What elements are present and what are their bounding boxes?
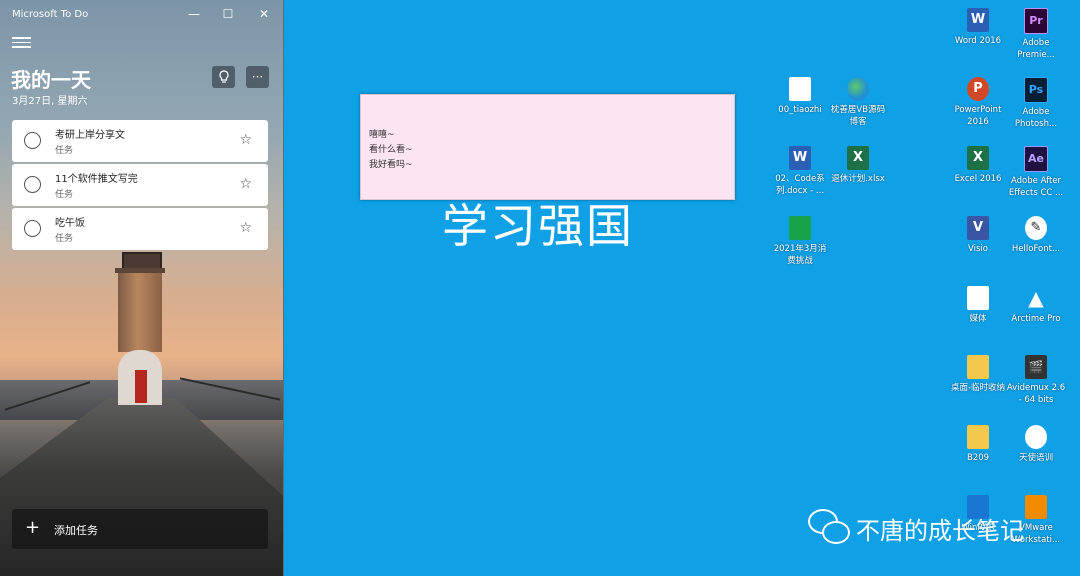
plus-icon: +	[25, 517, 41, 538]
desktop-icon-label: Excel 2016	[954, 174, 1002, 184]
document-icon	[967, 286, 989, 310]
excel-icon: X	[967, 146, 989, 170]
desktop-icon-label: 枕善居VB源码博客	[830, 105, 886, 127]
word-icon: W	[967, 8, 989, 32]
task-item[interactable]: 11个软件推文写完 任务 ☆	[12, 164, 268, 206]
folder-icon	[967, 355, 989, 379]
hamburger-menu-icon[interactable]	[12, 37, 31, 49]
desktop-icon-aftereffects[interactable]: Ae Adobe After Effects CC ...	[1006, 146, 1066, 199]
sticky-note[interactable]: 嘻嘻~ 看什么看~ 我好看吗~	[360, 94, 735, 200]
star-icon[interactable]: ☆	[239, 220, 252, 236]
minimize-button[interactable]: —	[184, 5, 204, 23]
desktop-icon-excel[interactable]: X Excel 2016	[948, 146, 1008, 185]
task-item[interactable]: 吃午饭 任务 ☆	[12, 208, 268, 250]
desktop-icon-label: PowerPoint 2016	[954, 105, 1002, 127]
close-button[interactable]: ✕	[254, 5, 274, 23]
app-title: Microsoft To Do	[12, 9, 89, 20]
todo-window: Microsoft To Do — ☐ ✕ 我的一天 3月27日, 星期六 ··…	[0, 0, 284, 576]
desktop-icon-label: 2021年3月消费挑战	[773, 244, 827, 266]
desktop-icon-powerpoint[interactable]: P PowerPoint 2016	[948, 77, 1008, 128]
desktop-icon-label: Word 2016	[954, 36, 1002, 46]
desktop-icon-media[interactable]: 媒体	[948, 286, 1008, 325]
desktop-icon-label: 02、Code系列.docx - ...	[775, 174, 825, 196]
desktop-icon-label: B209	[966, 453, 990, 463]
watermark-text: 不唐的成长笔记	[856, 517, 1024, 545]
task-category: 任务	[55, 146, 74, 156]
desktop-icon-photoshop[interactable]: Ps Adobe Photosh...	[1006, 77, 1066, 130]
desktop-icon-label: 退休计划.xlsx	[831, 174, 885, 184]
list-title: 我的一天	[11, 68, 91, 92]
desktop-icon-label: Adobe Photosh...	[1014, 107, 1058, 129]
desktop-icon-spending[interactable]: 2021年3月消费挑战	[770, 216, 830, 267]
desktop-icon-hellofont[interactable]: ✎ HelloFont...	[1006, 216, 1066, 255]
desktop-icon-label: 桌面-临时收纳	[950, 383, 1006, 393]
task-category: 任务	[55, 190, 74, 200]
visio-icon: V	[967, 216, 989, 240]
avidemux-icon: 🎬	[1025, 355, 1047, 379]
desktop-icon-b209[interactable]: B209	[948, 425, 1008, 464]
photoshop-icon: Ps	[1024, 77, 1048, 103]
complete-task-checkbox[interactable]	[24, 176, 41, 193]
desktop-icon-word[interactable]: W Word 2016	[948, 8, 1008, 47]
add-task-label: 添加任务	[54, 524, 98, 537]
desktop-icon-label: Avidemux 2.6 - 64 bits	[1006, 383, 1066, 405]
desktop-icon-label: Visio	[968, 244, 988, 254]
star-icon[interactable]: ☆	[239, 176, 252, 192]
sticky-note-line: 我好看吗~	[369, 160, 413, 170]
more-dots-icon: ···	[251, 70, 264, 84]
desktop-icon-label: 天使语训	[1018, 453, 1053, 463]
sheet-icon	[789, 216, 811, 240]
document-icon	[789, 77, 811, 101]
desktop-icon-tiaozhi[interactable]: 00_tiaozhi	[770, 77, 830, 116]
list-date: 3月27日, 星期六	[12, 96, 88, 107]
title-bar[interactable]: Microsoft To Do — ☐ ✕	[0, 0, 283, 28]
premiere-icon: Pr	[1024, 8, 1048, 34]
word-doc-icon: W	[789, 146, 811, 170]
desktop-icon-label: HelloFont...	[1011, 244, 1061, 254]
desktop-icon-tianshi[interactable]: 天使语训	[1006, 425, 1066, 464]
desktop-icon-code-doc[interactable]: W 02、Code系列.docx - ...	[770, 146, 830, 197]
wechat-icon	[808, 509, 850, 545]
desktop-icon-vb-blog[interactable]: 枕善居VB源码博客	[828, 77, 888, 128]
task-name: 吃午饭	[55, 218, 85, 229]
powerpoint-icon: P	[967, 77, 989, 101]
lighthouse-tower	[118, 272, 162, 352]
task-item[interactable]: 考研上岸分享文 任务 ☆	[12, 120, 268, 162]
lightbulb-icon	[218, 70, 229, 83]
suggestions-lightbulb-button[interactable]	[212, 66, 235, 88]
folder-icon	[967, 425, 989, 449]
arctime-icon: ▲	[1028, 286, 1044, 310]
desktop-icon-premiere[interactable]: Pr Adobe Premie...	[1006, 8, 1066, 61]
lighthouse-cap	[115, 268, 165, 273]
task-name: 11个软件推文写完	[55, 174, 138, 185]
desktop-icon-temp-folder[interactable]: 桌面-临时收纳	[948, 355, 1008, 394]
app-icon	[1025, 425, 1047, 449]
desktop-icon-visio[interactable]: V Visio	[948, 216, 1008, 255]
desktop-icon-label: Adobe Premie...	[1017, 38, 1055, 60]
complete-task-checkbox[interactable]	[24, 220, 41, 237]
complete-task-checkbox[interactable]	[24, 132, 41, 149]
lighthouse-door	[135, 370, 147, 403]
sticky-note-line: 嘻嘻~	[369, 130, 395, 140]
more-options-button[interactable]: ···	[246, 66, 269, 88]
hellofont-icon: ✎	[1025, 216, 1047, 240]
star-icon[interactable]: ☆	[239, 132, 252, 148]
add-task-button[interactable]: + 添加任务	[12, 509, 268, 549]
aftereffects-icon: Ae	[1024, 146, 1048, 172]
desktop-icon-avidemux[interactable]: 🎬 Avidemux 2.6 - 64 bits	[1006, 355, 1066, 406]
desktop-icon-arctime[interactable]: ▲ Arctime Pro	[1006, 286, 1066, 325]
desktop-icon-label: Arctime Pro	[1011, 314, 1061, 324]
desktop-icon-label: Adobe After Effects CC ...	[1008, 176, 1064, 198]
maximize-button[interactable]: ☐	[218, 5, 238, 23]
excel-doc-icon: X	[847, 146, 869, 170]
task-category: 任务	[55, 234, 74, 244]
task-name: 考研上岸分享文	[55, 130, 125, 141]
sticky-note-line: 看什么看~	[369, 145, 413, 155]
desktop-icon-retire-xlsx[interactable]: X 退休计划.xlsx	[828, 146, 888, 185]
edge-icon	[847, 77, 869, 101]
vmware-icon	[1025, 495, 1047, 519]
desktop-icon-label: 00_tiaozhi	[778, 105, 822, 115]
desktop-icon-label: 媒体	[969, 314, 987, 324]
